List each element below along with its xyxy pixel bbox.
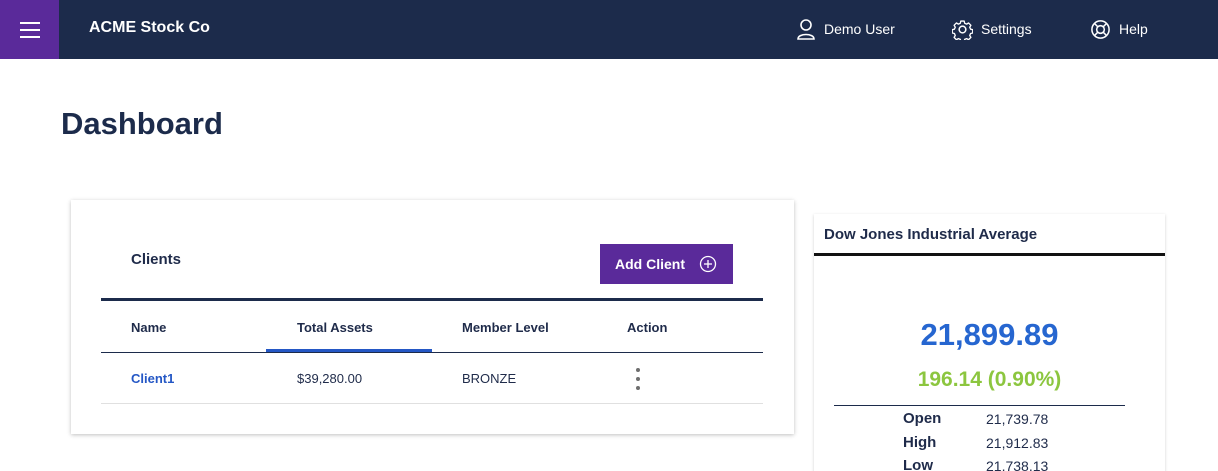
add-client-button-label: Add Client (615, 256, 685, 272)
stat-label-low: Low (903, 457, 933, 471)
table-header-divider (101, 352, 763, 353)
table-top-divider (101, 298, 763, 301)
app-brand[interactable]: ACME Stock Co (89, 19, 210, 37)
kebab-menu-icon-dot (636, 377, 640, 381)
stat-value-open: 21,739.78 (986, 411, 1049, 427)
kebab-menu-icon (636, 368, 640, 372)
hamburger-menu-icon-line (19, 28, 40, 31)
lifebuoy-icon (1091, 19, 1110, 39)
clients-card: Clients Add Client Name Total Assets Mem… (71, 200, 794, 434)
stat-value-low: 21,738.13 (986, 458, 1049, 471)
settings-link[interactable]: Settings (952, 17, 1032, 41)
settings-label: Settings (981, 21, 1032, 37)
index-value: 21,899.89 (920, 317, 1059, 352)
hamburger-menu-icon-line (19, 35, 40, 38)
column-header-member-level[interactable]: Member Level (462, 320, 549, 335)
table-row-divider (101, 403, 763, 404)
hamburger-menu-icon (19, 21, 40, 24)
column-header-action[interactable]: Action (627, 320, 667, 335)
client-name-link[interactable]: Client1 (131, 371, 174, 386)
client-member-level: BRONZE (462, 371, 517, 386)
stat-value-high: 21,912.83 (986, 435, 1049, 451)
dow-jones-card: Dow Jones Industrial Average 21,899.89 1… (814, 214, 1165, 471)
column-header-total-assets[interactable]: Total Assets (297, 320, 373, 335)
index-change: 196.14 (0.90%) (917, 368, 1062, 391)
stat-label-open: Open (903, 410, 942, 427)
dow-title-divider (814, 253, 1165, 256)
column-header-name[interactable]: Name (131, 320, 166, 335)
kebab-menu-icon-dot (636, 386, 640, 390)
user-menu-label: Demo User (824, 21, 895, 37)
stats-divider (834, 405, 1125, 406)
top-navigation-bar: ACME Stock Co Demo User Settings Help (0, 0, 1218, 59)
add-client-button[interactable]: Add Client (600, 244, 733, 284)
dow-jones-card-title: Dow Jones Industrial Average (824, 226, 1038, 243)
user-menu[interactable]: Demo User (796, 17, 895, 41)
gear-icon (952, 19, 973, 40)
clients-card-title: Clients (131, 251, 182, 268)
plus-circle-icon (699, 255, 717, 273)
page-title: Dashboard (61, 106, 223, 141)
help-link[interactable]: Help (1090, 17, 1148, 41)
row-action-menu-button[interactable] (633, 366, 643, 392)
user-icon (797, 19, 815, 40)
help-label: Help (1119, 21, 1148, 37)
client-total-assets: $39,280.00 (297, 371, 363, 386)
hamburger-menu-button[interactable] (0, 0, 59, 59)
stat-label-high: High (903, 434, 937, 451)
